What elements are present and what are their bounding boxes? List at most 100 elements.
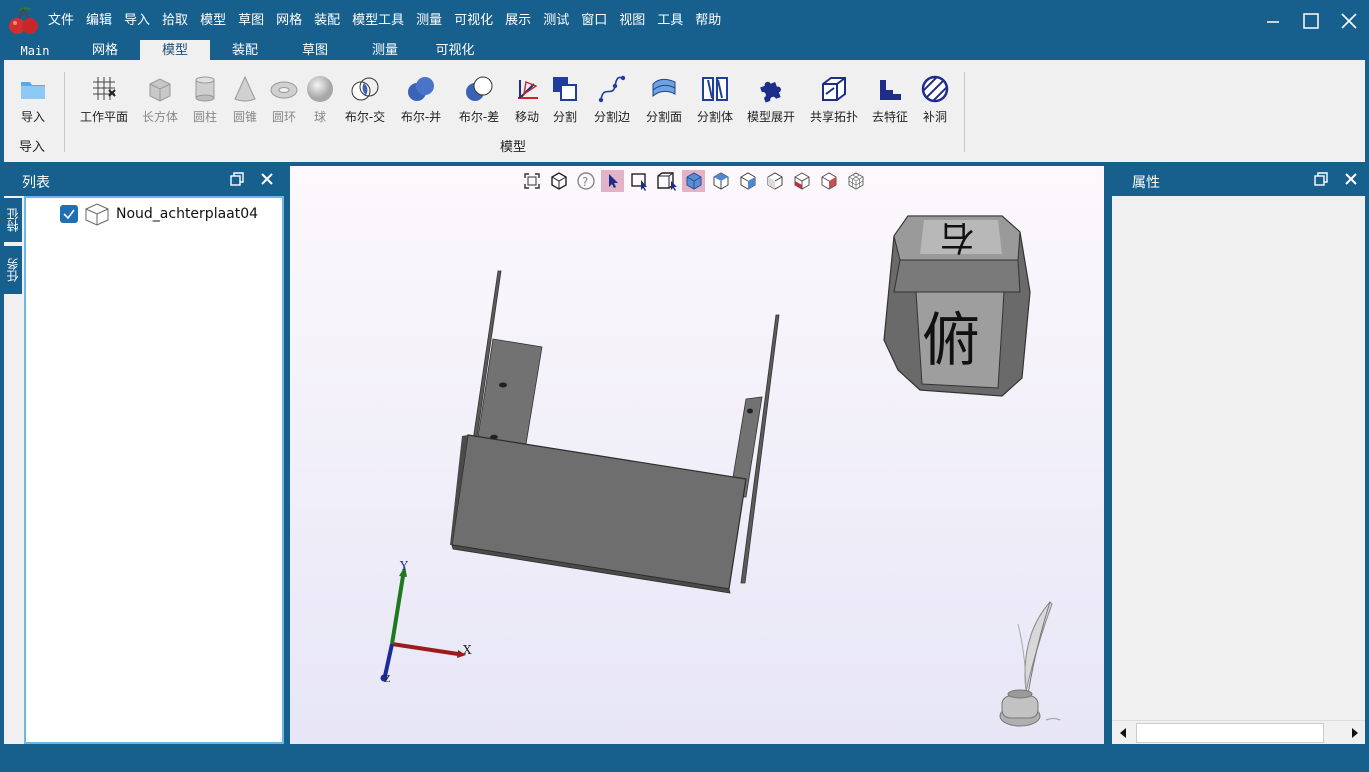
tab-model[interactable]: 模型 xyxy=(140,40,210,60)
box-select-button[interactable] xyxy=(628,170,651,192)
boolean-intersect-button[interactable]: 布尔-交 xyxy=(342,74,388,125)
float-panel-icon[interactable] xyxy=(1314,172,1328,186)
part-cube-icon xyxy=(85,203,109,226)
menu-bar: 文件 编辑 导入 拾取 模型 草图 网格 装配 模型工具 测量 可视化 展示 测… xyxy=(48,9,733,28)
menu-measure[interactable]: 测量 xyxy=(416,9,450,28)
3d-viewport[interactable]: ? 右 俯 Y X Z xyxy=(290,166,1104,744)
maximize-button[interactable] xyxy=(1296,8,1326,34)
move-axes-icon xyxy=(518,80,538,99)
scroll-right-icon[interactable] xyxy=(1350,727,1360,739)
sphere-icon xyxy=(307,76,333,102)
tree-item-label: Noud_achterplaat04 xyxy=(116,206,259,222)
menu-mesh[interactable]: 网格 xyxy=(276,9,310,28)
view-cube[interactable]: 右 俯 xyxy=(880,210,1040,400)
split-edge-icon xyxy=(598,75,626,103)
menu-tools[interactable]: 工具 xyxy=(657,9,691,28)
properties-panel xyxy=(1112,196,1365,744)
menu-pick[interactable]: 拾取 xyxy=(162,9,196,28)
shaded-view-button[interactable] xyxy=(682,170,705,192)
move-button[interactable]: 移动 xyxy=(512,74,542,125)
horizontal-scrollbar[interactable] xyxy=(1112,720,1365,744)
menu-sketch[interactable]: 草图 xyxy=(238,9,272,28)
menu-model[interactable]: 模型 xyxy=(200,9,234,28)
menu-import[interactable]: 导入 xyxy=(124,9,158,28)
tab-mesh[interactable]: 网格 xyxy=(70,40,140,60)
tab-sketch[interactable]: 草图 xyxy=(280,40,350,60)
help-button[interactable]: ? xyxy=(574,170,597,192)
shaded-cube-icon xyxy=(686,172,701,190)
close-panel-icon[interactable] xyxy=(260,172,274,186)
view-wire-button[interactable] xyxy=(844,170,867,192)
model-unfold-button[interactable]: 模型展开 xyxy=(744,74,798,125)
shared-topology-button[interactable]: 共享拓扑 xyxy=(808,74,860,125)
view-iso-2-button[interactable] xyxy=(817,170,840,192)
import-button[interactable]: 导入 xyxy=(16,74,50,125)
view-iso-1-button[interactable] xyxy=(790,170,813,192)
tree-item[interactable]: Noud_achterplaat04 xyxy=(60,202,258,226)
quill-inkwell-watermark-icon xyxy=(999,601,1061,727)
vtab-tasks[interactable]: 任务 xyxy=(4,246,22,294)
sheet-metal-part[interactable] xyxy=(440,261,790,601)
menu-visualize[interactable]: 可视化 xyxy=(454,9,501,28)
list-panel-title: 列表 xyxy=(22,175,50,191)
split-icon xyxy=(553,77,577,101)
menu-window[interactable]: 窗口 xyxy=(581,9,615,28)
view-cube-toggle-button[interactable] xyxy=(547,170,570,192)
tab-assembly[interactable]: 装配 xyxy=(210,40,280,60)
defeature-button[interactable]: 去特征 xyxy=(870,74,910,125)
cursor-arrow-icon xyxy=(608,174,618,188)
split-face-button[interactable]: 分割面 xyxy=(642,74,686,125)
cube-side-icon xyxy=(767,172,782,190)
scrollbar-thumb[interactable] xyxy=(1136,723,1324,743)
cube-select-button[interactable] xyxy=(655,170,678,192)
fill-hole-button[interactable]: 补洞 xyxy=(918,74,952,125)
close-panel-icon[interactable] xyxy=(1344,172,1358,186)
cylinder-button[interactable]: 圆柱 xyxy=(190,74,220,125)
menu-assembly[interactable]: 装配 xyxy=(314,9,348,28)
menu-test[interactable]: 测试 xyxy=(543,9,577,28)
split-button[interactable]: 分割 xyxy=(550,74,580,125)
minimize-icon xyxy=(1267,21,1279,23)
tree-item-checkbox[interactable] xyxy=(60,205,78,223)
split-body-button[interactable]: 分割体 xyxy=(692,74,738,125)
tab-measure[interactable]: 测量 xyxy=(350,40,420,60)
view-top-button[interactable] xyxy=(709,170,732,192)
close-button[interactable] xyxy=(1334,8,1364,34)
viewport-toolbar: ? xyxy=(520,170,867,192)
tab-main[interactable]: Main xyxy=(0,40,70,60)
menu-model-tools[interactable]: 模型工具 xyxy=(352,9,412,28)
boolean-union-button[interactable]: 布尔-并 xyxy=(398,74,444,125)
tab-visualize[interactable]: 可视化 xyxy=(420,40,490,60)
sphere-button[interactable]: 球 xyxy=(304,74,336,125)
boolean-difference-icon xyxy=(466,76,493,101)
ribbon-tabs: Main 网格 模型 装配 草图 测量 可视化 xyxy=(0,40,1369,60)
view-side-button[interactable] xyxy=(763,170,786,192)
float-panel-icon[interactable] xyxy=(230,172,244,186)
boolean-intersect-icon xyxy=(351,77,379,101)
shared-topology-icon xyxy=(822,77,846,101)
axis-x-label: X xyxy=(463,643,472,657)
menu-file[interactable]: 文件 xyxy=(48,9,82,28)
select-tool-button[interactable] xyxy=(601,170,624,192)
menu-help[interactable]: 帮助 xyxy=(695,9,729,28)
menu-show[interactable]: 展示 xyxy=(505,9,539,28)
fill-hole-icon xyxy=(921,75,949,103)
menu-edit[interactable]: 编辑 xyxy=(86,9,120,28)
svg-text:?: ? xyxy=(582,175,588,189)
fit-view-icon xyxy=(523,173,540,189)
fit-view-button[interactable] xyxy=(520,170,543,192)
cube-front-icon xyxy=(740,172,755,190)
boolean-difference-button[interactable]: 布尔-差 xyxy=(456,74,502,125)
menu-view[interactable]: 视图 xyxy=(619,9,653,28)
torus-button[interactable]: 圆环 xyxy=(268,74,300,125)
maximize-icon xyxy=(1303,13,1319,29)
vtab-features[interactable]: 特征 xyxy=(4,198,22,242)
box-button[interactable]: 长方体 xyxy=(140,74,180,125)
split-edge-button[interactable]: 分割边 xyxy=(590,74,634,125)
cylinder-icon xyxy=(195,76,215,102)
workplane-button[interactable]: 工作平面 xyxy=(78,74,130,125)
minimize-button[interactable] xyxy=(1258,8,1288,34)
scroll-left-icon[interactable] xyxy=(1118,727,1128,739)
view-front-button[interactable] xyxy=(736,170,759,192)
cone-button[interactable]: 圆锥 xyxy=(230,74,260,125)
